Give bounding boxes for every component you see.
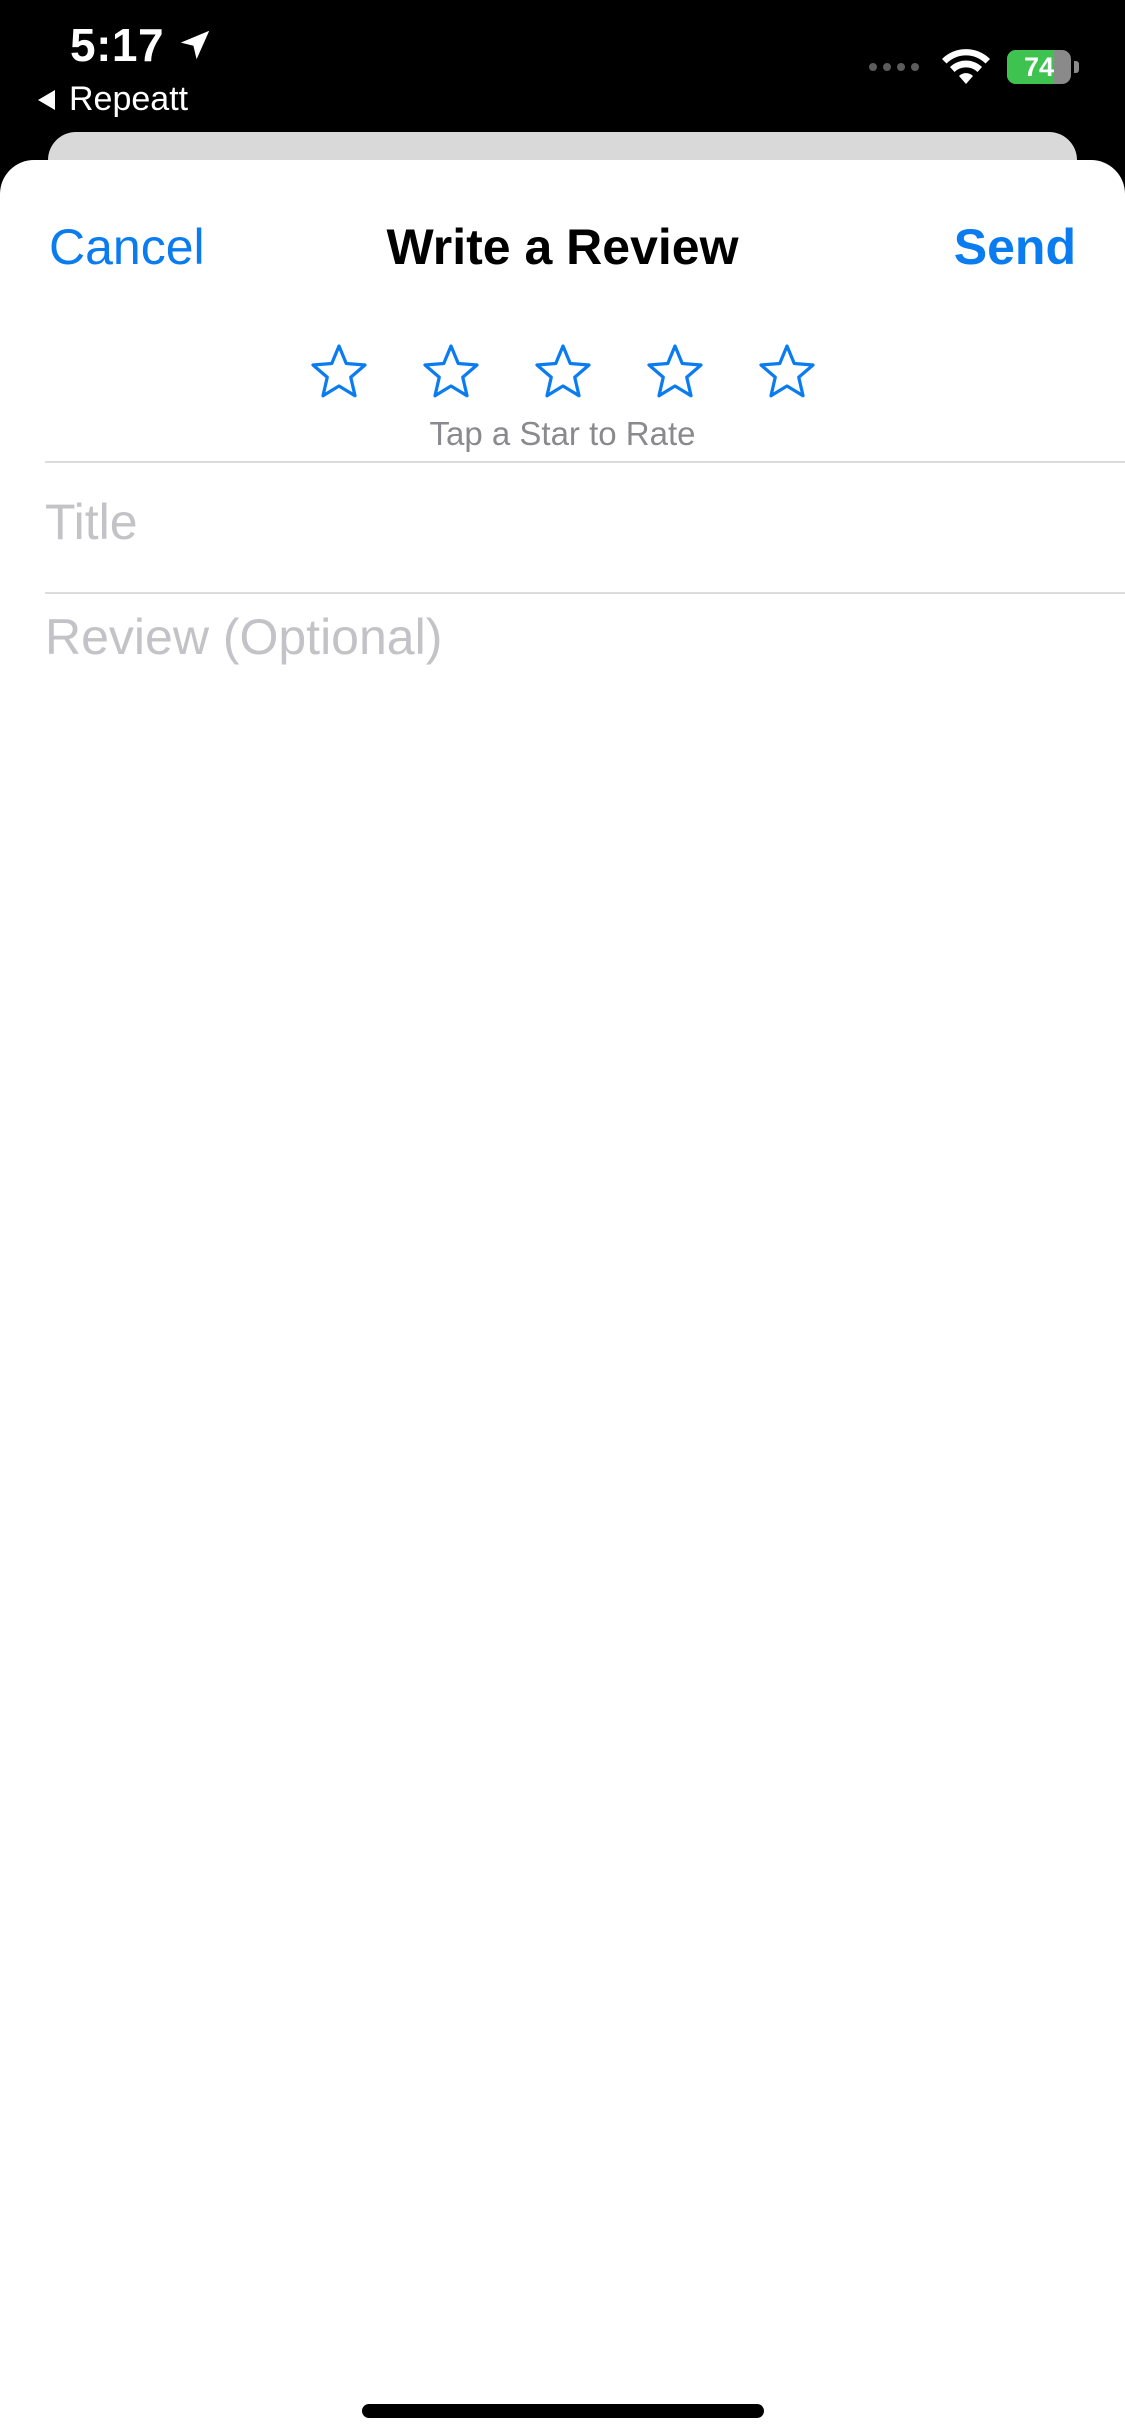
rating-hint: Tap a Star to Rate [429, 415, 696, 452]
cancel-button[interactable]: Cancel [49, 212, 205, 282]
status-indicators: 74 [869, 48, 1079, 86]
battery-level: 74 [1023, 51, 1055, 82]
star-4-star-outline-icon[interactable] [645, 342, 705, 402]
back-app-label: Repeatt [69, 80, 189, 118]
review-input[interactable] [45, 608, 1095, 1908]
back-triangle-icon [38, 89, 55, 110]
location-arrow-icon [180, 30, 210, 60]
battery-cap [1074, 61, 1079, 73]
status-time: 5:17 [70, 18, 214, 72]
status-time-label: 5:17 [70, 19, 165, 71]
wifi-icon [942, 49, 990, 84]
divider [45, 592, 1125, 594]
star-rating [0, 342, 1125, 402]
star-5-star-outline-icon[interactable] [757, 342, 817, 402]
battery-icon: 74 [1007, 50, 1071, 84]
divider [45, 461, 1125, 463]
nav-bar: Write a Review Cancel Send [0, 212, 1125, 282]
cellular-signal-icon [869, 63, 919, 71]
title-input[interactable] [45, 487, 1095, 557]
star-2-star-outline-icon[interactable] [421, 342, 481, 402]
back-to-app-button[interactable]: Repeatt [38, 80, 188, 119]
star-3-star-outline-icon[interactable] [533, 342, 593, 402]
review-sheet: Write a Review Cancel Send Tap a Star to… [0, 160, 1125, 2436]
star-1-star-outline-icon[interactable] [309, 342, 369, 402]
home-indicator [362, 2404, 764, 2418]
send-button[interactable]: Send [954, 212, 1076, 282]
